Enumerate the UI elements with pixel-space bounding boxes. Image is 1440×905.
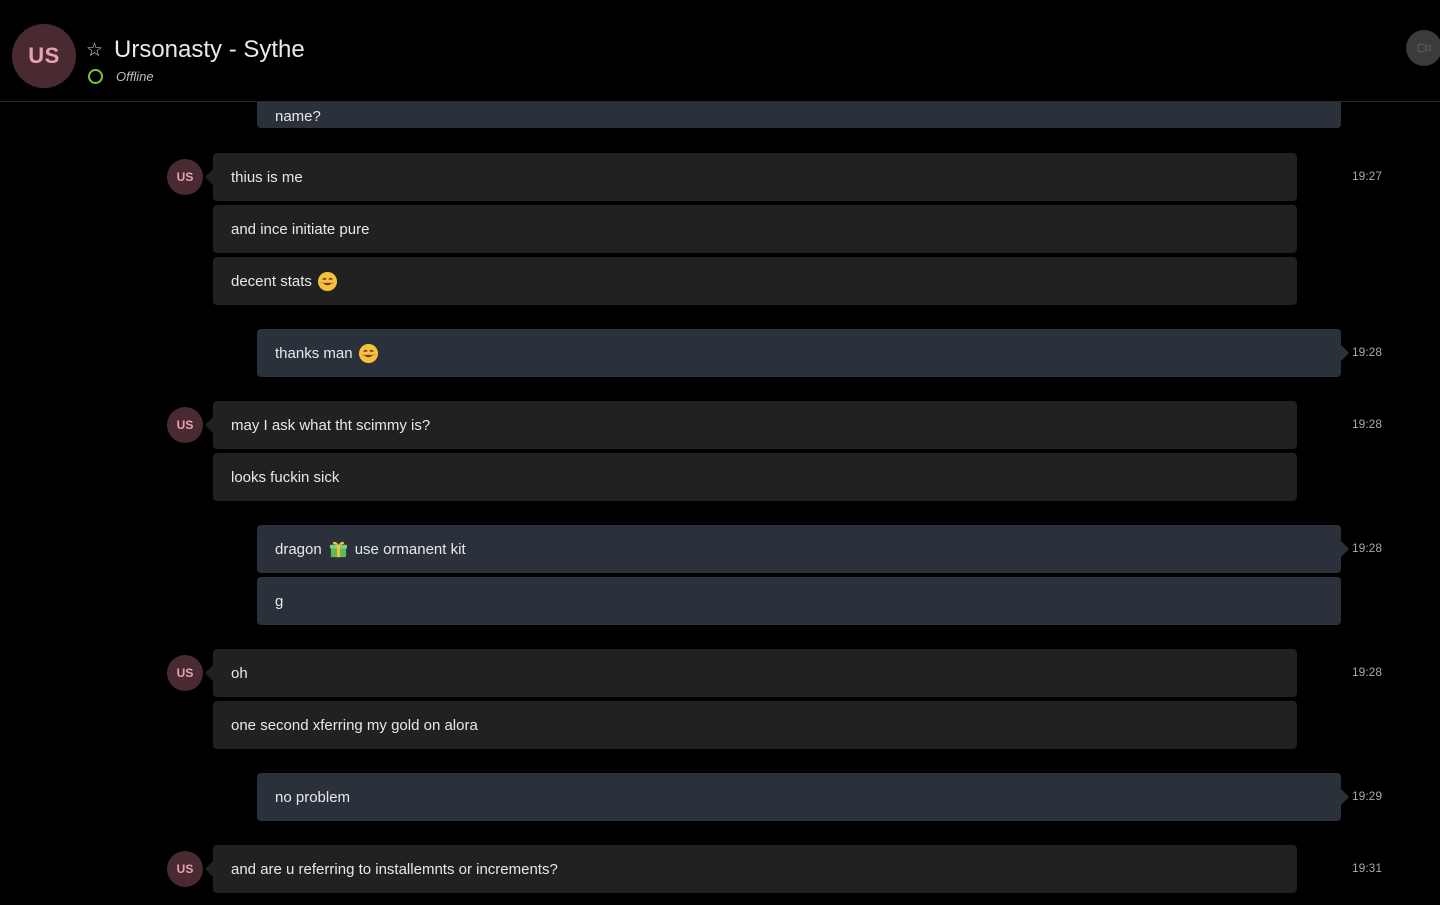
message-timestamp: 19:27 — [1352, 169, 1383, 183]
star-icon[interactable]: ☆ — [86, 41, 106, 61]
message-timestamp: 19:28 — [1352, 345, 1383, 359]
message-text: one second xferring my gold on alora — [231, 716, 478, 734]
message-incoming[interactable]: decent stats — [213, 257, 1297, 305]
chat-header: US ☆ Ursonasty - Sythe Offline — [0, 0, 1440, 102]
message-text: oh — [231, 664, 248, 682]
message-timestamp: 19:31 — [1352, 861, 1383, 875]
smiling-face-emoji-icon — [317, 271, 338, 292]
video-call-button[interactable] — [1406, 30, 1440, 66]
message-incoming[interactable]: may I ask what tht scimmy is? — [205, 401, 1297, 449]
sender-avatar[interactable]: US — [167, 407, 203, 443]
message-text: and are u referring to installemnts or i… — [231, 860, 558, 878]
sender-avatar[interactable]: US — [167, 655, 203, 691]
contact-avatar[interactable]: US — [12, 24, 76, 88]
message-outgoing[interactable]: g — [257, 577, 1341, 625]
sender-avatar[interactable]: US — [167, 159, 203, 195]
smiling-face-emoji-icon — [358, 343, 379, 364]
contact-title: Ursonasty - Sythe — [114, 36, 305, 63]
sender-avatar[interactable]: US — [167, 851, 203, 887]
message-text: no problem — [275, 788, 351, 806]
status-ring-icon — [88, 69, 103, 84]
message-text: and ince initiate pure — [231, 220, 370, 238]
message-text: thanks man — [275, 344, 353, 362]
message-text: dragon — [275, 540, 322, 558]
message-outgoing[interactable]: no problem — [257, 773, 1349, 821]
message-incoming[interactable]: one second xferring my gold on alora — [213, 701, 1297, 749]
message-timestamp: 19:28 — [1352, 417, 1383, 431]
message-text: thius is me — [231, 168, 303, 186]
message-text: use ormanent kit — [354, 540, 466, 558]
message-timestamp: 19:29 — [1352, 789, 1383, 803]
message-outgoing[interactable]: dragon use ormanent kit — [257, 525, 1349, 573]
message-text: decent stats — [231, 272, 312, 290]
message-timestamp: 19:28 — [1352, 541, 1383, 555]
contact-status: Offline — [116, 69, 154, 84]
video-camera-icon — [1417, 43, 1431, 53]
message-incoming[interactable]: oh — [205, 649, 1297, 697]
message-text: name? — [275, 107, 321, 125]
message-incoming[interactable]: looks fuckin sick — [213, 453, 1297, 501]
message-incoming[interactable]: thius is me — [205, 153, 1297, 201]
message-incoming[interactable]: and ince initiate pure — [213, 205, 1297, 253]
message-text: g — [275, 592, 284, 610]
message-outgoing[interactable]: thanks man — [257, 329, 1349, 377]
message-text: looks fuckin sick — [231, 468, 340, 486]
message-text: may I ask what tht scimmy is? — [231, 416, 431, 434]
message-incoming[interactable]: and are u referring to installemnts or i… — [205, 845, 1297, 893]
message-timestamp: 19:28 — [1352, 665, 1383, 679]
wrapped-gift-emoji-icon — [329, 540, 348, 559]
